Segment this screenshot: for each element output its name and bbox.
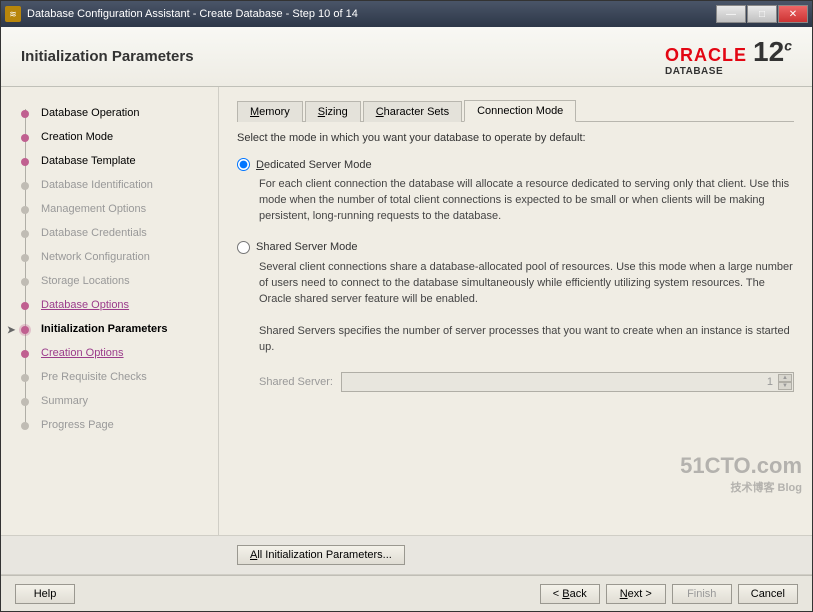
oracle-logo: ORACLE DATABASE 12c	[665, 36, 792, 77]
dedicated-radio-input[interactable]	[237, 158, 250, 171]
header: Initialization Parameters ORACLE DATABAS…	[1, 27, 812, 87]
sidebar-step-10[interactable]: Creation Options	[21, 341, 210, 365]
sidebar-step-2: Database Template	[21, 149, 210, 173]
shared-radio-input[interactable]	[237, 241, 250, 254]
sidebar-step-6: Network Configuration	[21, 245, 210, 269]
close-button[interactable]: ✕	[778, 5, 808, 23]
shared-server-label: Shared Server:	[259, 376, 333, 388]
tab-izing[interactable]: Sizing	[305, 101, 361, 122]
tab-connection-mode[interactable]: Connection Mode	[464, 100, 576, 122]
sidebar: Database OperationCreation ModeDatabase …	[1, 87, 219, 535]
spinner-down[interactable]: ▼	[778, 382, 792, 390]
cancel-button[interactable]: Cancel	[738, 584, 798, 604]
minimize-button[interactable]: —	[716, 5, 746, 23]
sidebar-step-7: Storage Locations	[21, 269, 210, 293]
instruction-text: Select the mode in which you want your d…	[237, 132, 794, 144]
next-button[interactable]: Next >	[606, 584, 666, 604]
sidebar-step-13: Progress Page	[21, 413, 210, 437]
sidebar-step-12: Summary	[21, 389, 210, 413]
titlebar: ≋ Database Configuration Assistant - Cre…	[1, 1, 812, 27]
tab-emory[interactable]: Memory	[237, 101, 303, 122]
content-pane: MemorySizingCharacter SetsConnection Mod…	[219, 87, 812, 535]
watermark: 51CTO.com技术博客 Blog	[680, 453, 802, 495]
sidebar-step-9[interactable]: ➤Initialization Parameters	[21, 317, 210, 341]
sidebar-step-8[interactable]: Database Options	[21, 293, 210, 317]
finish-button: Finish	[672, 584, 732, 604]
tab-haracter-sets[interactable]: Character Sets	[363, 101, 462, 122]
sidebar-step-4: Management Options	[21, 197, 210, 221]
shared-mode-radio[interactable]: Shared Server Mode	[237, 241, 794, 254]
spinner-up[interactable]: ▲	[778, 374, 792, 382]
all-init-params-button[interactable]: All Initialization Parameters...	[237, 545, 405, 565]
sidebar-step-0: Database Operation	[21, 101, 210, 125]
dedicated-mode-radio[interactable]: Dedicated Server Mode	[237, 158, 794, 171]
dedicated-mode-desc: For each client connection the database …	[259, 177, 794, 225]
sidebar-step-5: Database Credentials	[21, 221, 210, 245]
shared-server-spinner: 1 ▲ ▼	[341, 372, 794, 392]
window-title: Database Configuration Assistant - Creat…	[27, 8, 716, 20]
shared-mode-desc1: Several client connections share a datab…	[259, 260, 794, 308]
page-title: Initialization Parameters	[21, 48, 194, 65]
tab-bar: MemorySizingCharacter SetsConnection Mod…	[237, 99, 794, 122]
sidebar-step-11: Pre Requisite Checks	[21, 365, 210, 389]
footer-bar: Help < Back Next > Finish Cancel	[1, 575, 812, 611]
maximize-button[interactable]: □	[747, 5, 777, 23]
sidebar-step-1: Creation Mode	[21, 125, 210, 149]
sidebar-step-3: Database Identification	[21, 173, 210, 197]
back-button[interactable]: < Back	[540, 584, 600, 604]
shared-mode-desc2: Shared Servers specifies the number of s…	[259, 324, 794, 356]
java-icon: ≋	[5, 6, 21, 22]
help-button[interactable]: Help	[15, 584, 75, 604]
